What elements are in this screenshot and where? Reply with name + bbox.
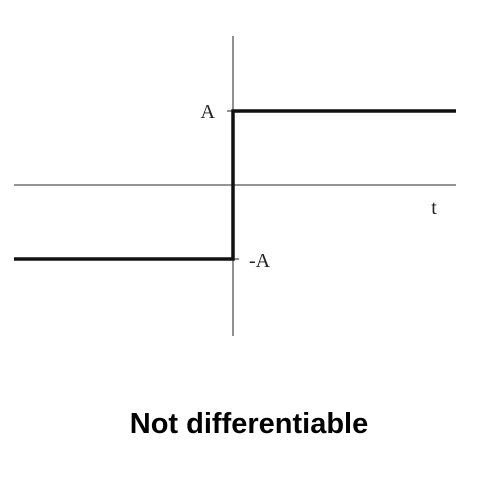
x-axis-label: t	[431, 197, 437, 219]
caption-text: Not differentiable	[129, 408, 369, 440]
y-tick-label-a: A	[201, 101, 216, 123]
y-tick-label-neg-a: -A	[249, 250, 271, 272]
